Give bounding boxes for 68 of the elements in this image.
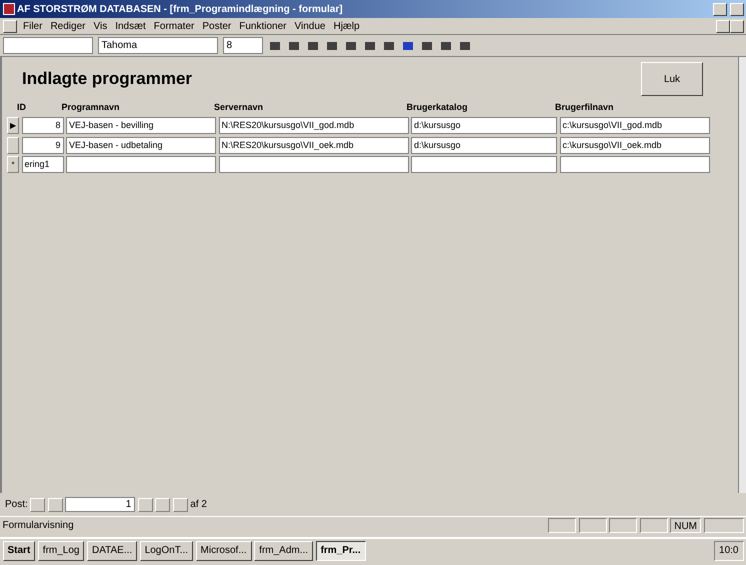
taskbar-button[interactable]: Microsof... <box>196 540 252 560</box>
input-field[interactable]: ering1 <box>22 156 64 173</box>
record-label: Post: <box>5 498 28 512</box>
record-number-field[interactable]: 1 <box>65 497 136 512</box>
status-panel <box>609 518 638 533</box>
menu-item[interactable]: Filer <box>19 18 46 34</box>
input-field[interactable]: c:\kursusgo\VII_oek.mdb <box>560 136 710 154</box>
previous-record-button[interactable] <box>48 498 63 512</box>
status-panel <box>704 518 744 533</box>
new-record-button[interactable] <box>172 498 188 512</box>
record-selector[interactable]: ▶ <box>7 117 19 134</box>
vertical-scrollbar[interactable] <box>738 57 746 493</box>
minimize-button[interactable] <box>716 20 730 32</box>
window-title: AF STORSTRØM DATABASEN - [frm_Programindlægning - formular] <box>17 2 344 16</box>
start-button[interactable]: Start <box>2 540 36 560</box>
taskbar-button[interactable]: frm_Pr... <box>316 540 366 560</box>
status-panel <box>640 518 668 533</box>
object-combo[interactable] <box>2 37 92 54</box>
input-field[interactable] <box>66 156 216 173</box>
size-combo[interactable]: 8 <box>222 37 262 54</box>
close-button[interactable]: Luk <box>641 62 703 96</box>
column-header: Servernavn <box>214 101 264 114</box>
menu-item[interactable]: Formater <box>150 18 198 34</box>
app-icon <box>2 3 14 15</box>
menu-item[interactable]: Poster <box>198 18 236 34</box>
next-record-button[interactable] <box>138 498 153 512</box>
record-count: af 2 <box>190 498 207 512</box>
menu-item[interactable]: Vindue <box>290 18 330 34</box>
form-icon <box>2 20 16 32</box>
status-panel <box>578 518 607 533</box>
menu-item[interactable]: Funktioner <box>235 18 290 34</box>
input-field[interactable]: VEJ-basen - bevilling <box>66 117 216 134</box>
input-field[interactable]: 8 <box>22 117 64 134</box>
clock: 10:0 <box>719 544 738 558</box>
input-field[interactable] <box>560 156 710 173</box>
form-title: Indlagte programmer <box>22 68 192 90</box>
input-field[interactable]: N:\RES20\kursusgo\VII_oek.mdb <box>218 136 408 154</box>
record-selector[interactable] <box>7 136 19 154</box>
menu-item[interactable]: Vis <box>89 18 112 34</box>
input-field[interactable] <box>218 156 408 173</box>
taskbar-button[interactable]: frm_Log <box>38 540 84 560</box>
status-text: Formularvisning <box>2 519 75 533</box>
restore-button[interactable] <box>730 20 744 32</box>
column-header: Brugerkatalog <box>406 101 469 114</box>
input-field[interactable] <box>411 156 557 173</box>
column-header: Programnavn <box>62 101 121 114</box>
input-field[interactable]: c:\kursusgo\VII_god.mdb <box>560 117 710 134</box>
last-record-button[interactable] <box>155 498 170 512</box>
menu-item[interactable]: Hjælp <box>329 18 364 34</box>
font-combo[interactable]: Tahoma <box>98 37 218 54</box>
column-header: Brugerfilnavn <box>555 101 615 114</box>
column-header: ID <box>17 101 27 114</box>
status-indicator: NUM <box>670 518 701 533</box>
taskbar-button[interactable]: LogOnT... <box>140 540 194 560</box>
taskbar-button[interactable]: DATAE... <box>86 540 138 560</box>
maximize-button[interactable] <box>730 2 744 16</box>
input-field[interactable]: d:\kursusgo <box>411 117 557 134</box>
minimize-button[interactable] <box>713 2 727 16</box>
status-panel <box>548 518 576 533</box>
input-field[interactable]: N:\RES20\kursusgo\VII_god.mdb <box>218 117 408 134</box>
taskbar-button[interactable]: frm_Adm... <box>254 540 314 560</box>
input-field[interactable]: d:\kursusgo <box>411 136 557 154</box>
menu-item[interactable]: Rediger <box>46 18 90 34</box>
first-record-button[interactable] <box>30 498 46 512</box>
menu-item[interactable]: Indsæt <box>111 18 150 34</box>
record-selector[interactable]: * <box>7 156 19 173</box>
input-field[interactable]: 9 <box>22 136 64 154</box>
input-field[interactable]: VEJ-basen - udbetaling <box>66 136 216 154</box>
